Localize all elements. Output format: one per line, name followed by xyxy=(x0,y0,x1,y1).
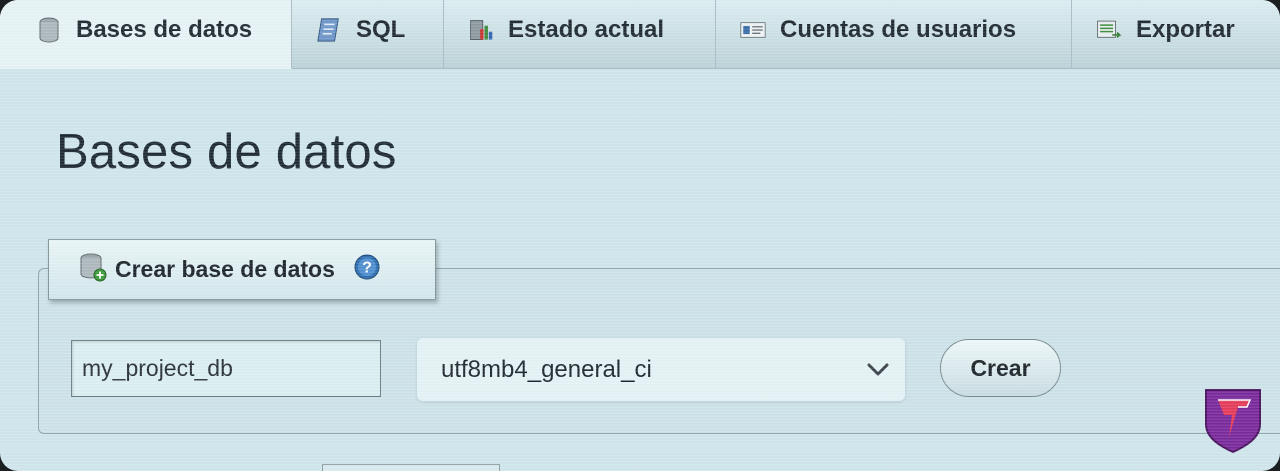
watermark-logo xyxy=(1200,382,1266,454)
tab-status[interactable]: Estado actual xyxy=(444,0,716,68)
create-database-legend: Crear base de datos ? xyxy=(48,239,436,300)
tab-user-accounts[interactable]: Cuentas de usuarios xyxy=(716,0,1072,68)
tab-sql-label: SQL xyxy=(356,16,406,43)
page-title: Bases de datos xyxy=(56,125,397,179)
tab-export-label: Exportar xyxy=(1136,16,1235,43)
create-button[interactable]: Crear xyxy=(940,339,1061,397)
help-icon[interactable]: ? xyxy=(353,253,381,286)
tab-bar: Bases de datos SQL Estado actual Cuentas… xyxy=(0,0,1280,69)
tab-sql[interactable]: SQL xyxy=(292,0,444,68)
tab-status-label: Estado actual xyxy=(508,16,665,43)
user-accounts-icon xyxy=(740,17,766,43)
database-add-icon xyxy=(79,252,107,287)
tab-export[interactable]: Exportar xyxy=(1072,0,1280,68)
tab-databases[interactable]: Bases de datos xyxy=(0,0,292,69)
svg-text:?: ? xyxy=(362,260,372,277)
collation-select[interactable]: utf8mb4_general_ci xyxy=(417,338,905,401)
tab-databases-label: Bases de datos xyxy=(76,16,253,43)
tab-user-accounts-label: Cuentas de usuarios xyxy=(780,16,1017,43)
sql-scroll-icon xyxy=(316,17,342,43)
status-chart-icon xyxy=(468,17,494,43)
database-name-input[interactable] xyxy=(71,340,381,397)
screen: Bases de datos SQL Estado actual Cuentas… xyxy=(0,0,1280,471)
database-icon xyxy=(36,17,62,43)
chevron-down-icon xyxy=(865,358,891,386)
collation-selected-value: utf8mb4_general_ci xyxy=(441,355,652,383)
create-database-label: Crear base de datos xyxy=(115,256,335,282)
export-icon xyxy=(1096,17,1122,43)
bottom-panel-edge xyxy=(322,464,500,471)
